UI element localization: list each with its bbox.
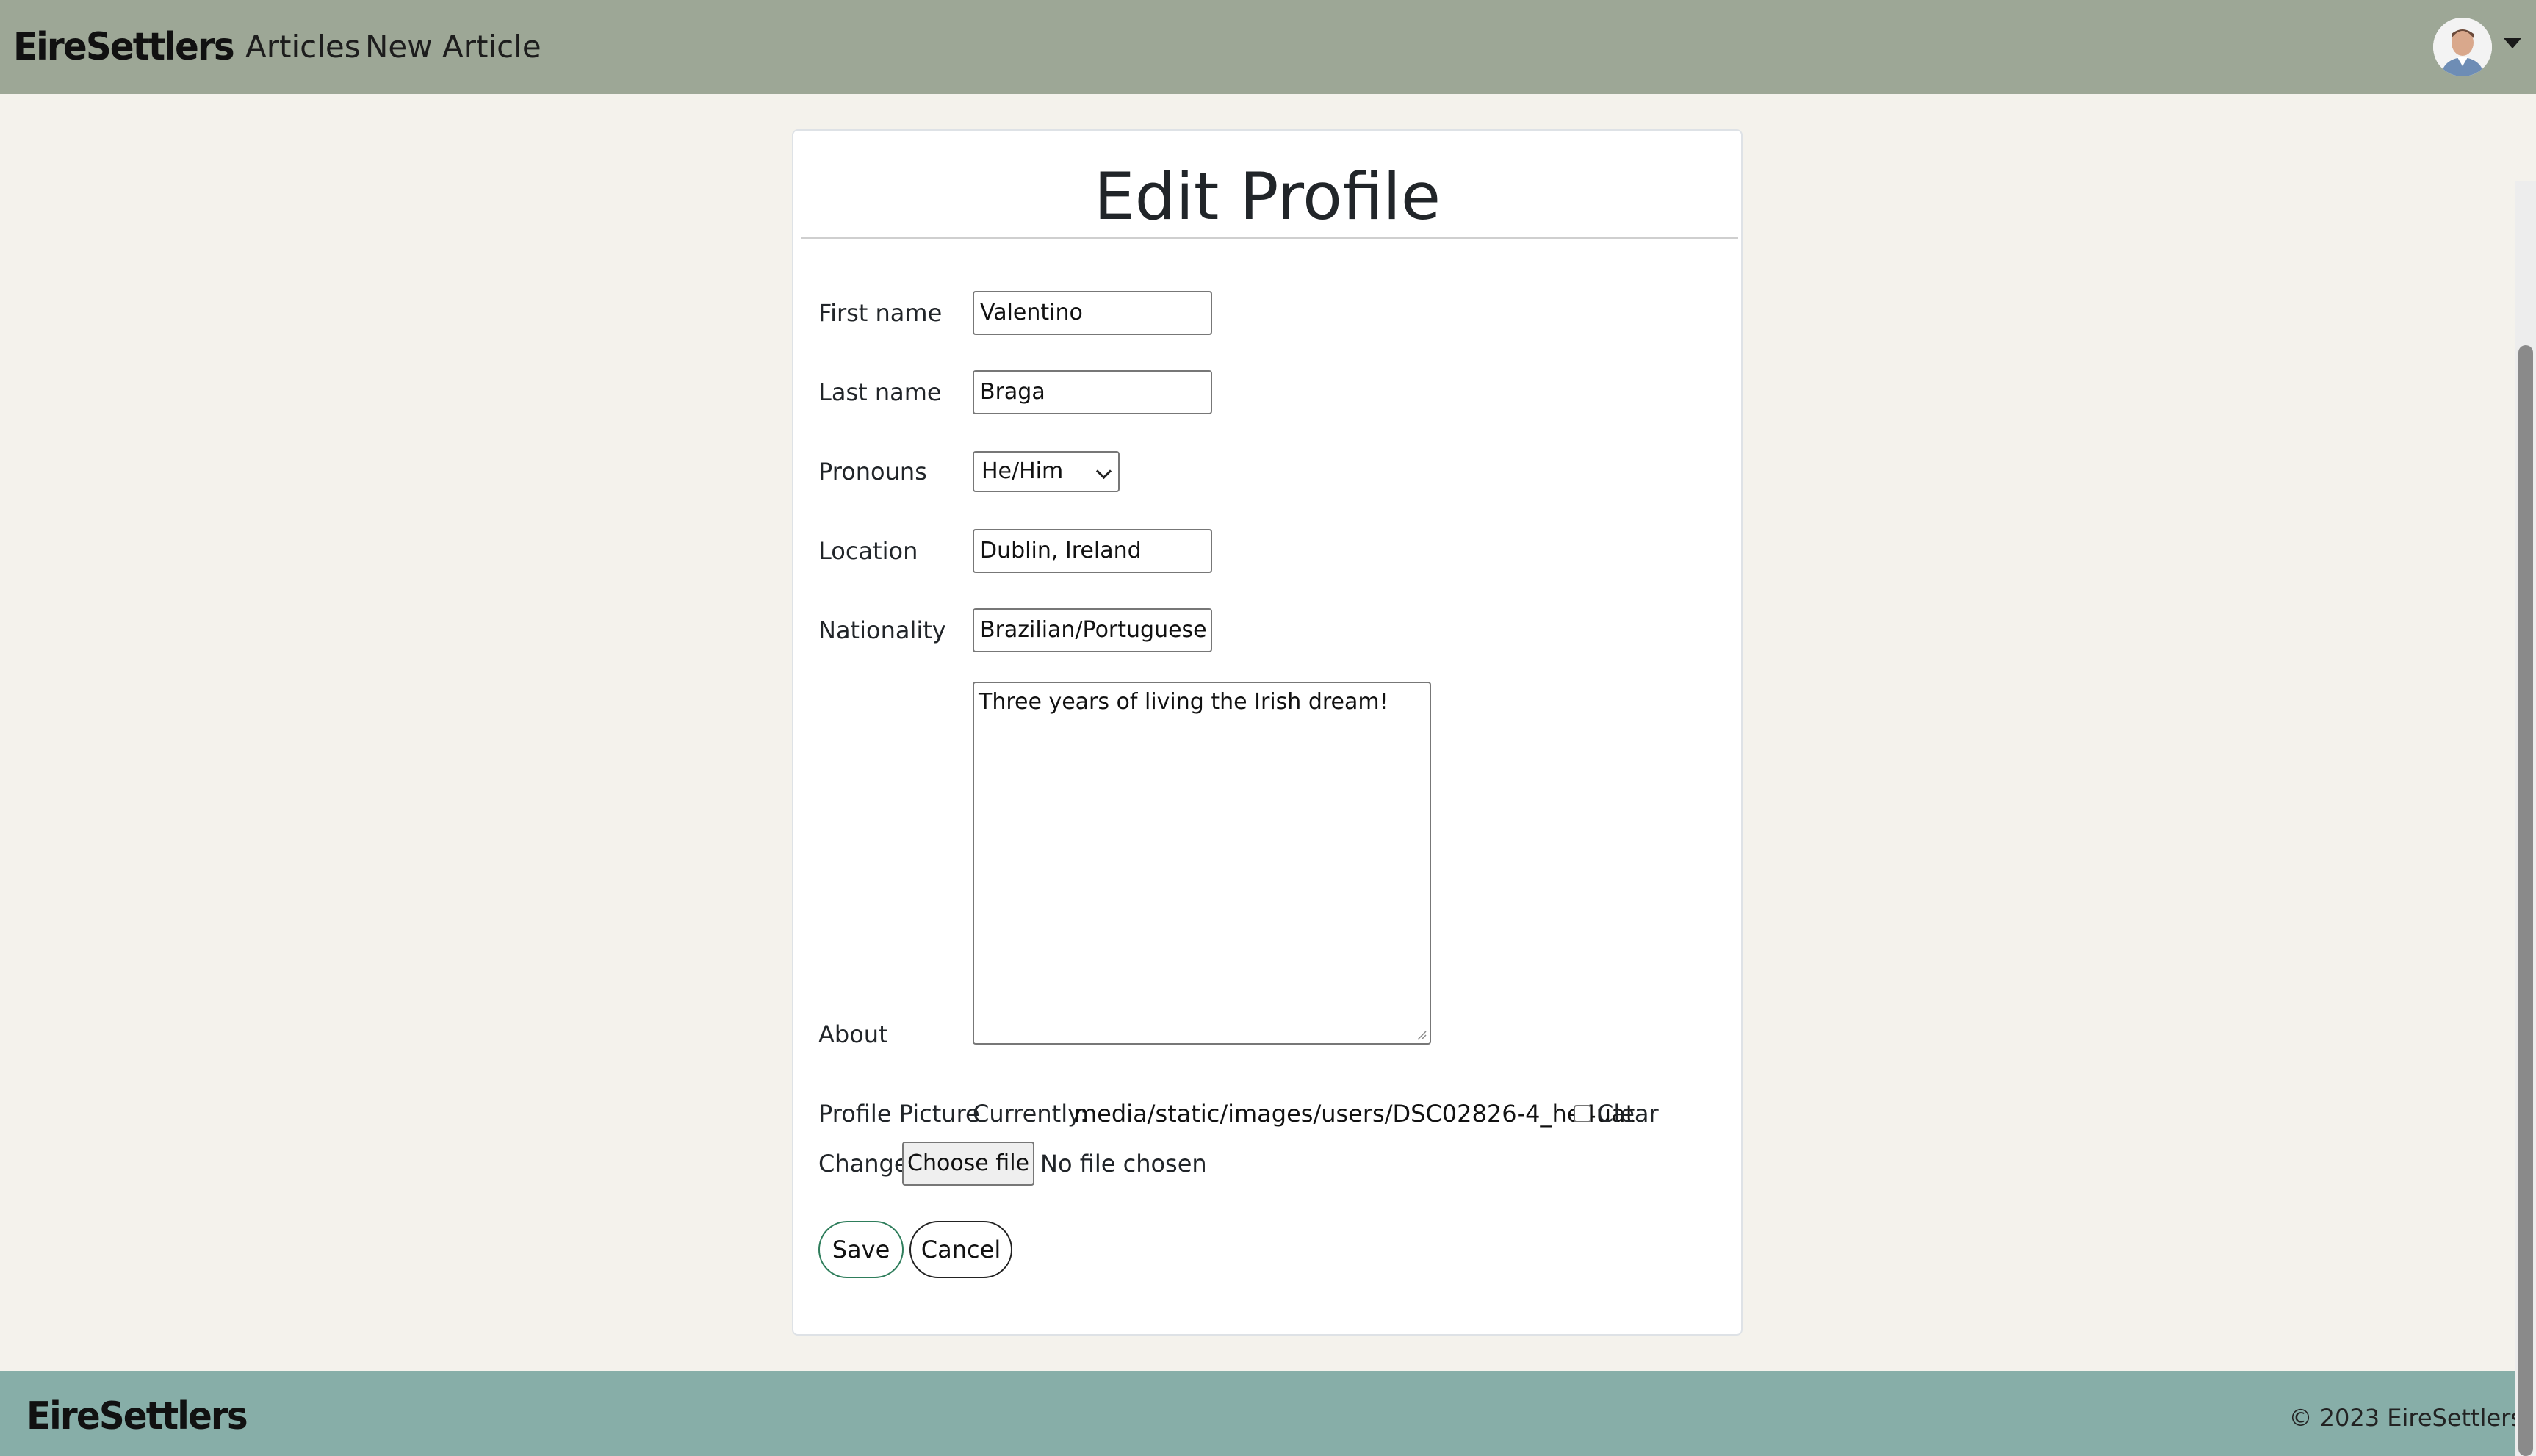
brand-logo[interactable]: EireSettlers <box>13 19 235 75</box>
about-label: About <box>818 1020 888 1048</box>
location-label: Location <box>818 537 918 565</box>
pronouns-label: Pronouns <box>818 458 927 486</box>
pronouns-selected-value: He/Him <box>981 458 1064 484</box>
chevron-down-icon <box>1095 463 1112 480</box>
pronouns-select[interactable]: He/Him <box>973 451 1120 492</box>
last-name-label: Last name <box>818 378 942 406</box>
choose-file-button[interactable]: Choose file <box>902 1142 1034 1186</box>
caret-down-icon[interactable] <box>2504 38 2521 48</box>
page-title: Edit Profile <box>1093 159 1441 234</box>
first-name-field[interactable]: Valentino <box>973 291 1212 335</box>
footer-brand: EireSettlers <box>26 1394 248 1438</box>
edit-profile-card: Edit Profile First name Valentino Last n… <box>792 129 1743 1336</box>
footer: EireSettlers © 2023 EireSettlers <box>0 1371 2536 1456</box>
nationality-label: Nationality <box>818 616 946 644</box>
nav-link-new-article[interactable]: New Article <box>365 25 541 69</box>
about-textarea[interactable]: Three years of living the Irish dream! <box>973 682 1431 1045</box>
location-field[interactable]: Dublin, Ireland <box>973 529 1212 573</box>
clear-picture-checkbox[interactable] <box>1574 1105 1591 1122</box>
nationality-field[interactable]: Brazilian/Portuguese <box>973 608 1212 652</box>
save-button[interactable]: Save <box>818 1221 904 1278</box>
last-name-field[interactable]: Braga <box>973 370 1212 414</box>
top-navbar: EireSettlers Articles New Article <box>0 0 2536 94</box>
nav-link-articles[interactable]: Articles <box>245 25 361 69</box>
currently-label: Currently: <box>973 1100 1088 1128</box>
profile-picture-label: Profile Picture <box>818 1100 980 1128</box>
current-picture-link[interactable]: media/static/images/users/DSC02826-4_he4… <box>1074 1098 1635 1130</box>
scrollbar-thumb[interactable] <box>2518 345 2533 1456</box>
avatar-photo-icon <box>2433 18 2492 76</box>
user-avatar[interactable] <box>2433 18 2492 76</box>
footer-copyright: © 2023 EireSettlers <box>2288 1404 2523 1432</box>
clear-label: Clear <box>1597 1100 1659 1128</box>
cancel-button[interactable]: Cancel <box>909 1221 1012 1278</box>
no-file-chosen-text: No file chosen <box>1040 1150 1207 1178</box>
title-divider <box>801 237 1738 239</box>
first-name-label: First name <box>818 299 943 327</box>
resize-grip-icon[interactable] <box>1416 1030 1427 1040</box>
about-text: Three years of living the Irish dream! <box>979 689 1388 715</box>
